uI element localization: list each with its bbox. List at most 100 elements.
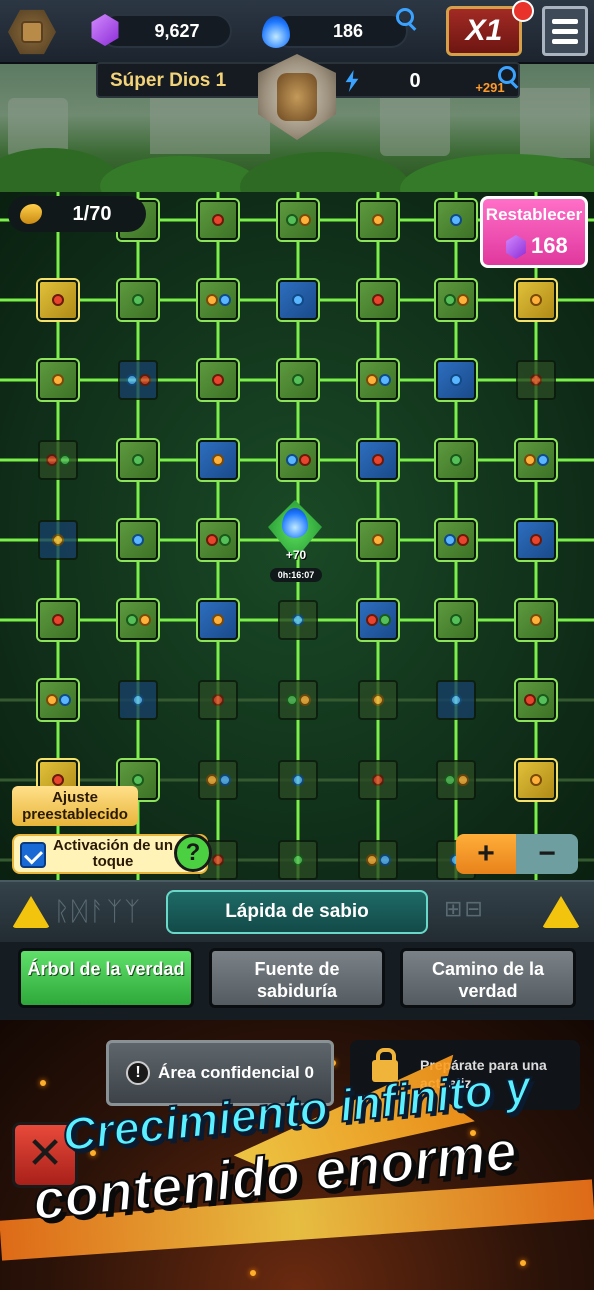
skill-node-icon [292, 854, 304, 866]
skill-node[interactable] [436, 680, 476, 720]
search-icon[interactable] [396, 8, 414, 26]
tab-truth-tree[interactable]: Árbol de la verdad [18, 948, 194, 1008]
warning-icon: ! [126, 1061, 151, 1085]
skill-node[interactable] [516, 520, 556, 560]
skill-node[interactable] [38, 440, 78, 480]
skill-node-icon [212, 374, 224, 386]
skill-node[interactable] [516, 360, 556, 400]
skill-node[interactable] [358, 520, 398, 560]
skill-node[interactable] [118, 360, 158, 400]
skill-node[interactable] [358, 600, 398, 640]
skill-node[interactable] [38, 520, 78, 560]
deity-statue-icon [277, 73, 317, 121]
skill-node[interactable] [278, 440, 318, 480]
skill-node[interactable] [516, 760, 556, 800]
skill-node[interactable] [358, 280, 398, 320]
skill-node-icon [292, 294, 304, 306]
skill-node-icon [52, 294, 64, 306]
skill-node[interactable] [118, 520, 158, 560]
skill-node[interactable] [358, 680, 398, 720]
skill-node-icon [218, 294, 231, 306]
skill-node[interactable] [198, 440, 238, 480]
skill-node-icon [285, 694, 298, 706]
profile-button[interactable] [8, 9, 56, 55]
skill-node-icon [443, 534, 456, 546]
skill-node[interactable] [38, 600, 78, 640]
one-tap-activation-toggle[interactable]: Activación de un toque ? [12, 834, 212, 874]
checkbox-checked-icon[interactable] [20, 842, 46, 868]
tab-truth-path[interactable]: Camino de la verdad [400, 948, 576, 1008]
zoom-in-button[interactable]: + [456, 834, 516, 874]
skill-node-icon [285, 454, 298, 466]
preset-button[interactable]: Ajuste preestablecido [12, 786, 138, 826]
skill-node[interactable] [358, 200, 398, 240]
skill-node[interactable] [516, 680, 556, 720]
skill-node[interactable] [436, 200, 476, 240]
help-button[interactable]: ? [174, 834, 212, 872]
skill-node[interactable] [38, 680, 78, 720]
skill-node[interactable] [278, 680, 318, 720]
seed-count: 1/70 [72, 202, 112, 225]
skill-node[interactable] [198, 200, 238, 240]
skill-node[interactable] [436, 760, 476, 800]
skill-node-icon [292, 614, 304, 626]
skill-node-icon [378, 854, 391, 866]
skill-node[interactable] [436, 440, 476, 480]
skill-node[interactable] [516, 280, 556, 320]
skill-node[interactable] [436, 600, 476, 640]
skill-node[interactable] [278, 600, 318, 640]
reset-button[interactable]: Restablecer 168 [480, 196, 588, 268]
skill-node-icon [52, 614, 64, 626]
skill-node-icon [456, 534, 469, 546]
skill-node[interactable] [436, 360, 476, 400]
skill-node-icon [212, 214, 224, 226]
skill-node-icon [372, 454, 384, 466]
skill-node[interactable] [436, 520, 476, 560]
tab-wisdom-fountain[interactable]: Fuente de sabiduría [209, 948, 385, 1008]
skill-node[interactable] [118, 680, 158, 720]
skill-node-icon [132, 694, 144, 706]
skill-node[interactable] [278, 280, 318, 320]
skill-node[interactable] [198, 360, 238, 400]
gem-count: 9,627 [154, 20, 200, 41]
skill-node[interactable] [278, 760, 318, 800]
skill-node-icon [536, 454, 549, 466]
skill-node-icon [205, 774, 218, 786]
skill-node[interactable] [358, 360, 398, 400]
skill-node[interactable] [198, 520, 238, 560]
skill-node[interactable] [278, 200, 318, 240]
flame-counter: 186 [272, 14, 408, 48]
skill-node-icon [456, 294, 469, 306]
skill-node-icon [372, 294, 384, 306]
sage-tombstone-button[interactable]: Lápida de sabio [166, 890, 428, 934]
skill-node[interactable] [118, 280, 158, 320]
skill-node[interactable] [118, 600, 158, 640]
skill-node[interactable] [358, 760, 398, 800]
skill-node[interactable] [278, 840, 318, 880]
skill-node-icon [52, 534, 64, 546]
skill-node[interactable] [358, 840, 398, 880]
skill-node[interactable] [516, 440, 556, 480]
skill-node-icon [132, 454, 144, 466]
skill-node[interactable] [198, 680, 238, 720]
skill-node-icon [298, 694, 311, 706]
skill-node[interactable] [278, 360, 318, 400]
skill-node[interactable] [516, 600, 556, 640]
skill-node[interactable] [38, 360, 78, 400]
skill-node-icon [372, 694, 384, 706]
blue-flame-icon [282, 508, 308, 538]
skill-node[interactable] [38, 280, 78, 320]
speed-multiplier-button[interactable]: X1 [446, 6, 522, 56]
skill-node[interactable] [358, 440, 398, 480]
skill-node[interactable] [198, 760, 238, 800]
skill-node[interactable] [436, 280, 476, 320]
menu-button[interactable] [542, 6, 588, 56]
skill-node-icon [378, 374, 391, 386]
skill-node[interactable] [118, 440, 158, 480]
skill-node[interactable] [198, 280, 238, 320]
skill-node-icon [45, 694, 58, 706]
zoom-out-button[interactable]: − [516, 834, 578, 874]
skill-node-icon [530, 294, 542, 306]
skill-node[interactable] [198, 600, 238, 640]
skill-node-icon [365, 614, 378, 626]
